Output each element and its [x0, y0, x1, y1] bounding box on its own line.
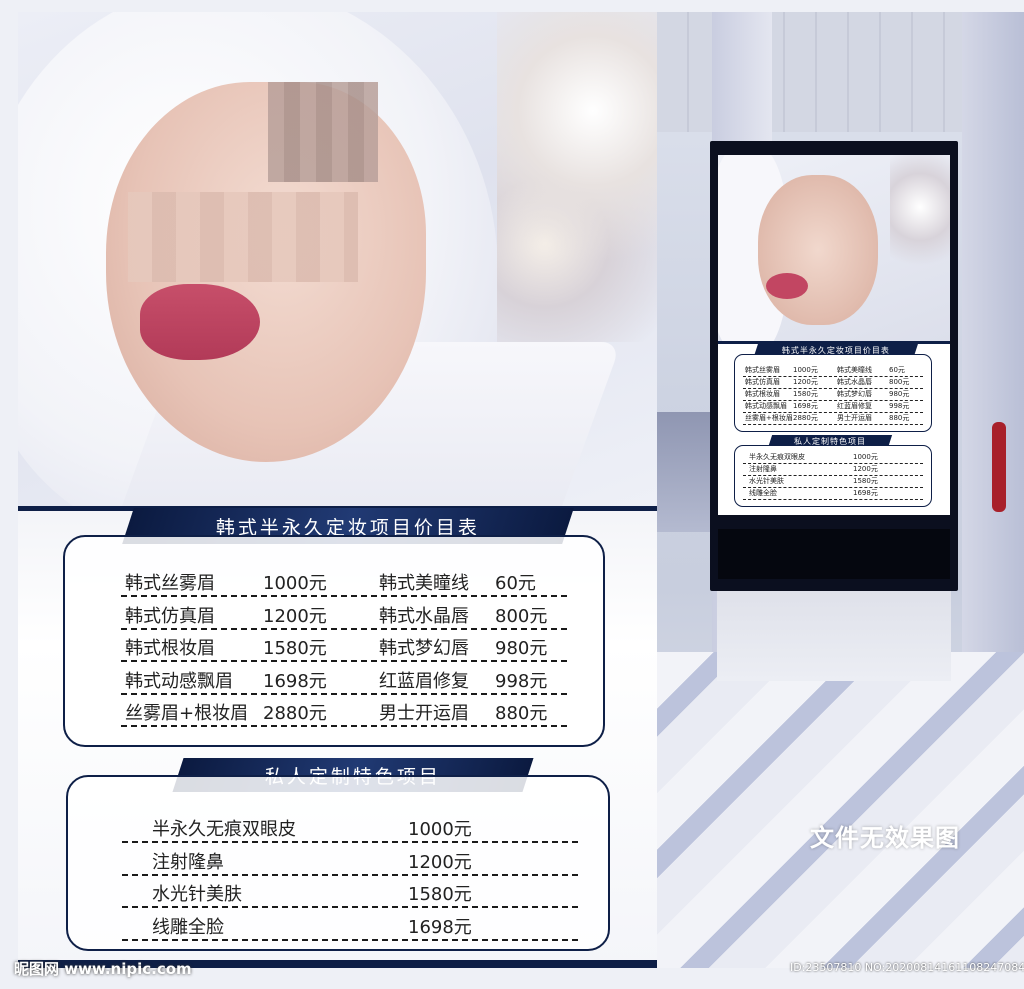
mini-item-name: 水光针美肤: [749, 477, 784, 485]
mini-item-name: 韩式仿真眉: [745, 378, 780, 386]
mini-item-price: 1580元: [793, 390, 818, 398]
mini-face: [758, 175, 878, 325]
item-price: 998元: [495, 670, 548, 692]
item-price: 2880元: [263, 703, 327, 724]
item-name: 男士开运眉: [379, 703, 469, 724]
item-price: 980元: [495, 638, 548, 659]
mini-item-name: 韩式美瞳线: [837, 366, 872, 374]
fire-extinguisher: [992, 422, 1006, 512]
mini-item-name: 线雕全脸: [749, 489, 777, 497]
mini-item-name: 男士开运眉: [837, 414, 872, 422]
item-name: 水光针美肤: [152, 884, 242, 905]
mini-item-price: 980元: [889, 390, 910, 398]
item-price: 1698元: [263, 670, 327, 692]
mini-item-price: 2880元: [793, 414, 818, 422]
item-name: 韩式根妆眉: [125, 638, 215, 659]
watermark-left: 昵图网 www.nipic.com: [14, 960, 192, 978]
table-row: 韩式动感飘眉 1698元 红蓝眉修复 998元: [121, 663, 567, 695]
price-table-box: 韩式丝雾眉 1000元 韩式美瞳线 60元韩式仿真眉 1200元 韩式水晶唇 800元韩式根…: [63, 535, 605, 747]
item-name: 韩式动感飘眉: [125, 670, 233, 692]
item-price: 1000元: [408, 819, 472, 840]
mini-table-row: 韩式动感飘眉 1698元 红蓝眉修复 998元: [743, 401, 923, 413]
custom-table-box: 半永久无痕双眼皮 1000元注射隆鼻 1200元水光针美肤 1580元线雕全脸 1698…: [66, 775, 610, 951]
mini-item-name: 韩式动感飘眉: [745, 402, 787, 410]
mini-item-name: 注射隆鼻: [749, 465, 777, 473]
item-price: 1580元: [263, 638, 327, 659]
mini-item-name: 丝雾眉+根妆眉: [745, 414, 793, 422]
mini-item-price: 1000元: [793, 366, 818, 374]
mini-item-name: 韩式梦幻唇: [837, 390, 872, 398]
table-row: 水光针美肤 1580元: [122, 876, 578, 908]
mini-table-row: 注射隆鼻 1200元: [743, 464, 923, 476]
mini-jewel: [890, 155, 950, 285]
kiosk-stand: [717, 591, 951, 681]
window: [657, 412, 712, 532]
table-row: 韩式根妆眉 1580元 韩式梦幻唇 980元: [121, 630, 567, 662]
red-lips: [140, 284, 260, 360]
mini-item-price: 1200元: [853, 465, 878, 473]
table-row: 韩式丝雾眉 1000元 韩式美瞳线 60元: [121, 565, 567, 597]
mini-item-price: 60元: [889, 366, 905, 374]
mini-table-row: 丝雾眉+根妆眉 2880元 男士开运眉 880元: [743, 413, 923, 425]
item-price: 1000元: [263, 573, 327, 594]
item-name: 红蓝眉修复: [379, 670, 469, 692]
mini-item-name: 韩式丝雾眉: [745, 366, 780, 374]
mini-item-price: 800元: [889, 378, 910, 386]
jewel-flower-decoration: [497, 12, 657, 342]
item-name: 韩式丝雾眉: [125, 573, 215, 594]
mini-item-price: 1698元: [793, 402, 818, 410]
mini-item-price: 1698元: [853, 489, 878, 497]
mini-lips: [766, 273, 808, 299]
table-row: 韩式仿真眉 1200元 韩式水晶唇 800元: [121, 598, 567, 630]
pillar-right: [962, 12, 1024, 652]
mini-item-price: 1000元: [853, 453, 878, 461]
tiled-floor: [657, 652, 1024, 968]
item-price: 1698元: [408, 916, 472, 938]
item-name: 韩式水晶唇: [379, 605, 469, 627]
mini-table-row: 线雕全脸 1698元: [743, 488, 923, 500]
mini-item-price: 880元: [889, 414, 910, 422]
item-name: 线雕全脸: [152, 916, 224, 938]
poster: 韩式半永久定妆项目价目表 韩式丝雾眉 1000元 韩式美瞳线 60元 韩式仿真眉 1200…: [18, 12, 657, 968]
item-price: 60元: [495, 573, 536, 594]
kiosk-base: [718, 529, 950, 579]
item-price: 880元: [495, 703, 548, 724]
item-name: 韩式美瞳线: [379, 573, 469, 594]
mini-item-name: 半永久无痕双眼皮: [749, 453, 805, 461]
mini-price-box: 韩式丝雾眉 1000元 韩式美瞳线 60元韩式仿真眉 1200元 韩式水晶唇 800元韩式根…: [734, 354, 932, 432]
item-name: 韩式仿真眉: [125, 605, 215, 627]
mini-item-name: 韩式水晶唇: [837, 378, 872, 386]
item-name: 半永久无痕双眼皮: [152, 819, 296, 840]
item-price: 1200元: [263, 605, 327, 627]
model-photo: [18, 12, 657, 506]
item-price: 1200元: [408, 851, 472, 873]
kiosk-screen: 韩式半永久定妆项目价目表 韩式丝雾眉 1000元 韩式美瞳线 60元 韩式仿真眉 1200…: [718, 155, 950, 515]
mini-table-row: 半永久无痕双眼皮 1000元: [743, 452, 923, 464]
mini-model-photo: [718, 155, 950, 341]
mini-table-row: 韩式根妆眉 1580元 韩式梦幻唇 980元: [743, 389, 923, 401]
mini-item-price: 998元: [889, 402, 910, 410]
watermark-right: ID:23507810 NO:20200814161108247084: [790, 961, 1024, 974]
table-row: 注射隆鼻 1200元: [122, 844, 578, 876]
table-row: 半永久无痕双眼皮 1000元: [122, 811, 578, 843]
table-row: 线雕全脸 1698元: [122, 909, 578, 941]
mini-table-row: 韩式仿真眉 1200元 韩式水晶唇 800元: [743, 377, 923, 389]
item-name: 韩式梦幻唇: [379, 638, 469, 659]
mini-table-row: 水光针美肤 1580元: [743, 476, 923, 488]
item-name: 丝雾眉+根妆眉: [125, 703, 249, 724]
table-row: 丝雾眉+根妆眉 2880元 男士开运眉 880元: [121, 695, 567, 727]
mini-item-price: 1580元: [853, 477, 878, 485]
mini-custom-box: 半永久无痕双眼皮 1000元注射隆鼻 1200元水光针美肤 1580元线雕全脸 1698…: [734, 445, 932, 507]
effect-note: 文件无效果图: [810, 824, 960, 852]
mini-item-name: 韩式根妆眉: [745, 390, 780, 398]
lightbox-kiosk: 韩式半永久定妆项目价目表 韩式丝雾眉 1000元 韩式美瞳线 60元 韩式仿真眉 1200…: [710, 141, 958, 591]
item-name: 注射隆鼻: [152, 851, 224, 873]
item-price: 800元: [495, 605, 548, 627]
mini-item-price: 1200元: [793, 378, 818, 386]
pixelated-eyes: [268, 82, 378, 182]
mini-table-row: 韩式丝雾眉 1000元 韩式美瞳线 60元: [743, 365, 923, 377]
mini-item-name: 红蓝眉修复: [837, 402, 872, 410]
pixelated-cheeks: [128, 192, 358, 282]
item-price: 1580元: [408, 884, 472, 905]
